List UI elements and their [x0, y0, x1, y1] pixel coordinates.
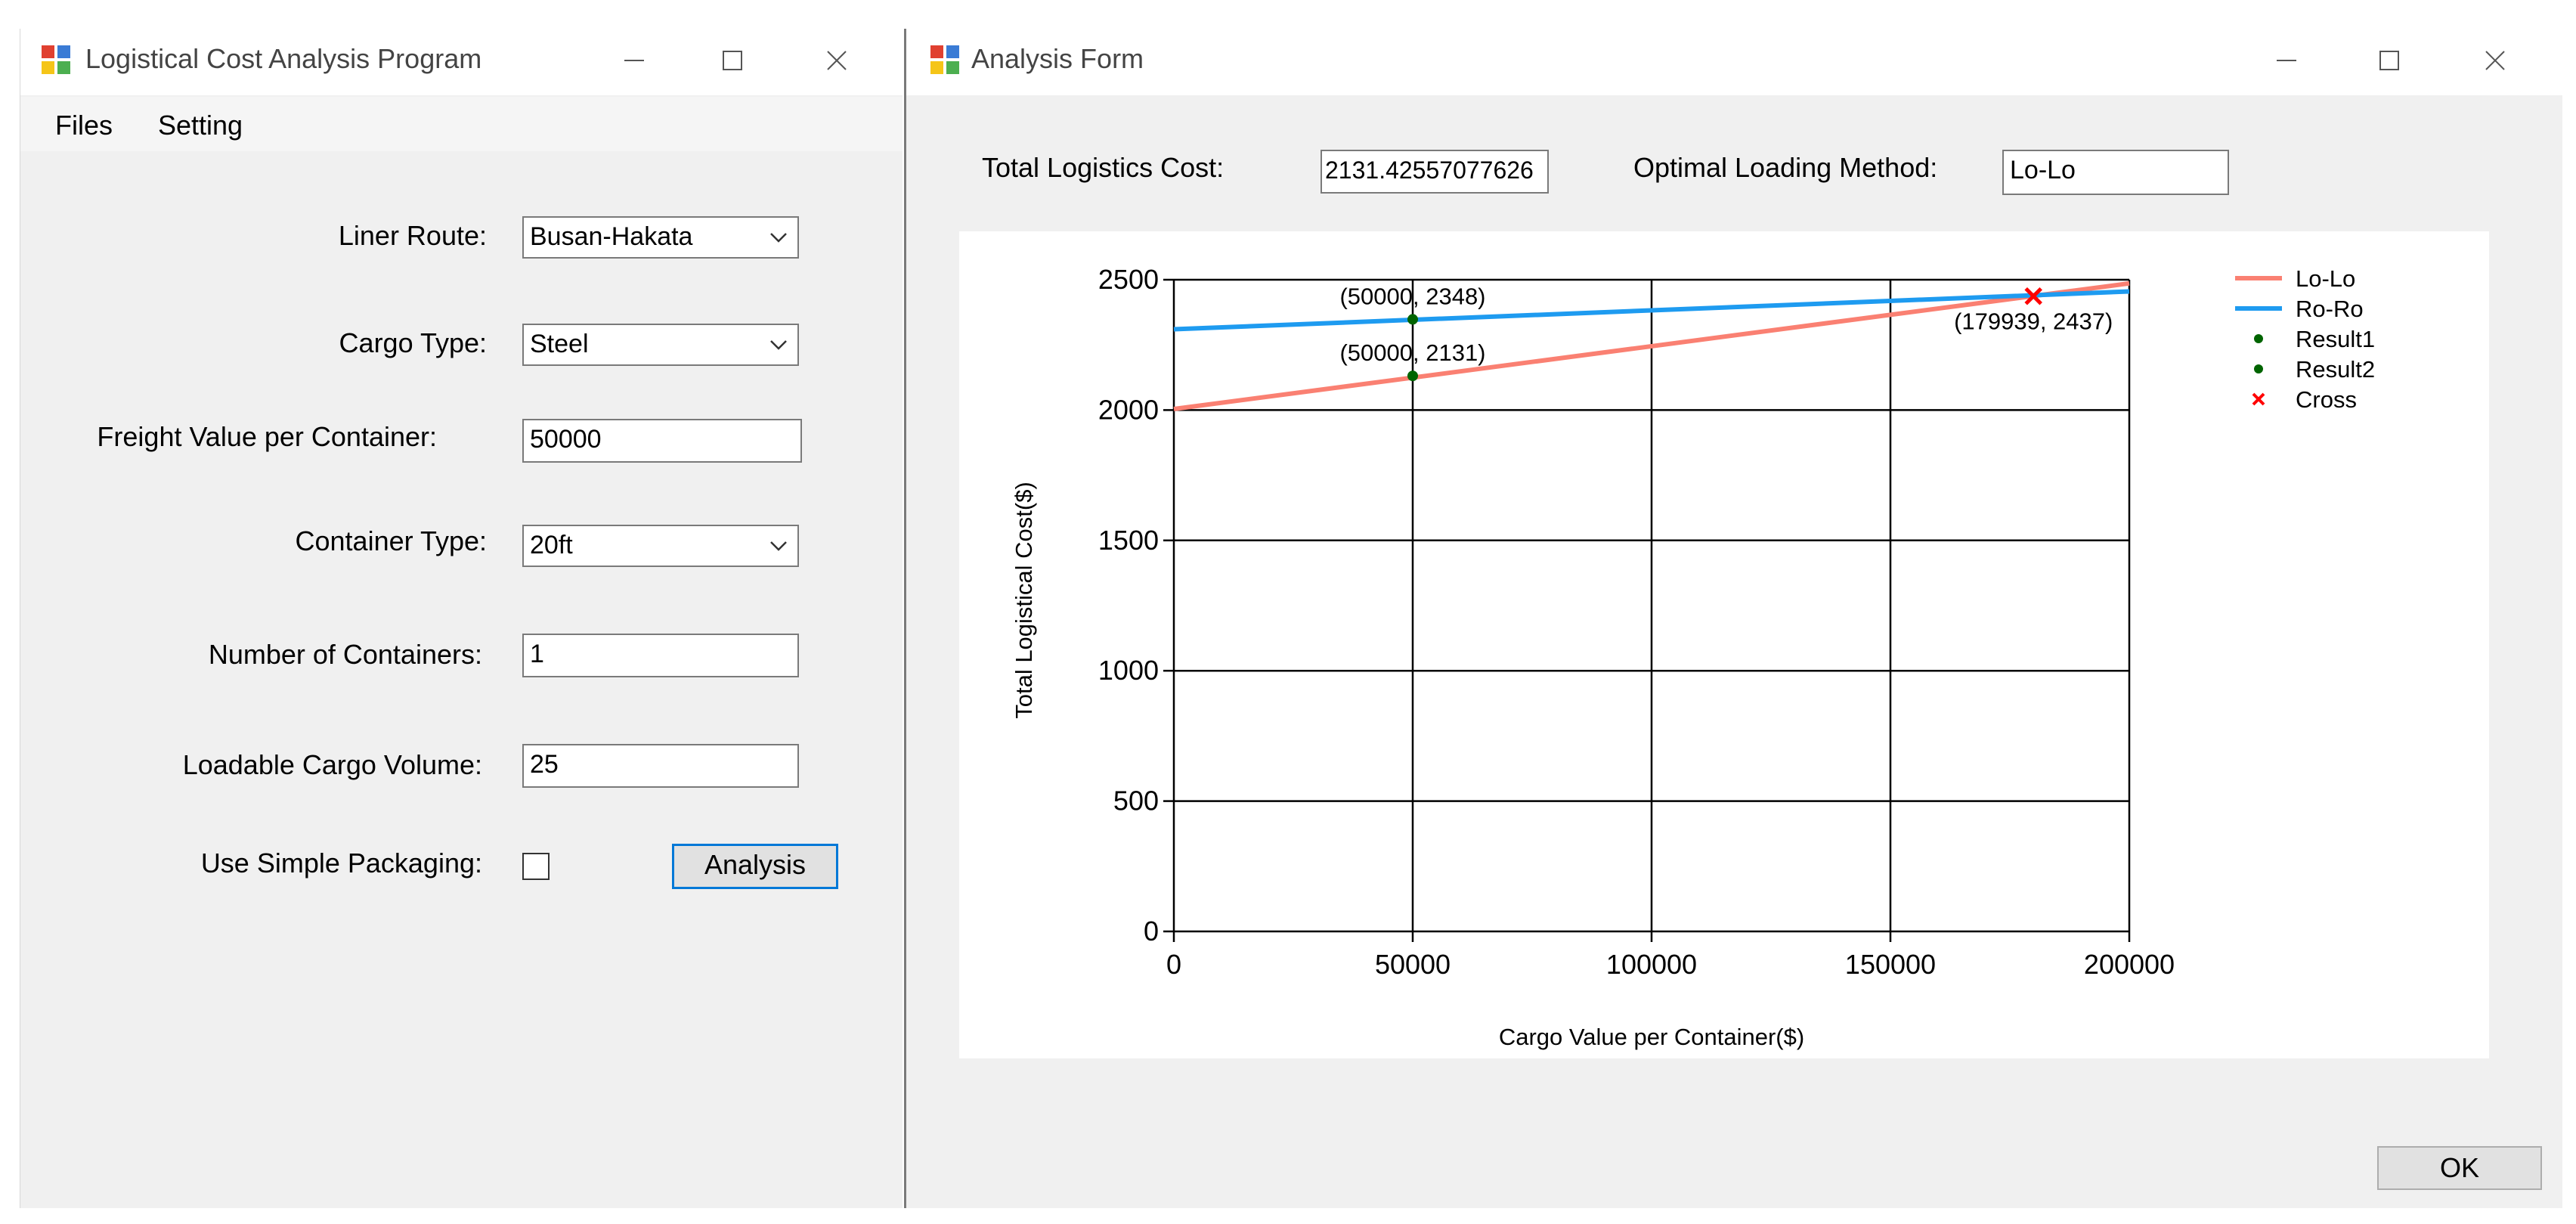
cargo-type-label: Cargo Type:: [339, 327, 487, 358]
num-containers-label: Number of Containers:: [208, 639, 482, 670]
x-tick-label: 200000: [2084, 949, 2175, 980]
cost-chart: 0 50000 100000 150000 200000 0 500 1000 1500 2000…: [959, 231, 2489, 1058]
y-tick-label: 0: [1144, 916, 1159, 947]
loadable-volume-label: Loadable Cargo Volume:: [182, 749, 482, 780]
x-tick-label: 100000: [1606, 949, 1697, 980]
y-tick-label: 1500: [1098, 525, 1159, 556]
liner-route-label: Liner Route:: [338, 220, 487, 251]
y-tick-label: 2500: [1098, 264, 1159, 295]
data-annotation: (179939, 2437): [1954, 308, 2113, 335]
app-icon: [929, 44, 961, 76]
legend-label: Result2: [2296, 356, 2375, 383]
legend-label: Result1: [2296, 326, 2375, 352]
main-window: Logistical Cost Analysis Program Files S…: [20, 29, 903, 1208]
x-axis-title: Cargo Value per Container($): [1499, 1024, 1804, 1050]
ok-button[interactable]: OK: [2377, 1146, 2542, 1190]
chevron-down-icon: [770, 340, 787, 350]
menu-bar: Files Setting: [20, 97, 903, 151]
data-annotation: (50000, 2131): [1339, 339, 1485, 366]
legend-swatch: [2254, 334, 2263, 343]
total-cost-label: Total Logistics Cost:: [982, 152, 1225, 183]
minimize-button[interactable]: [611, 38, 657, 83]
x-tick-label: 50000: [1375, 949, 1451, 980]
app-icon: [40, 44, 72, 76]
point-result1: [1407, 314, 1418, 325]
main-window-title: Logistical Cost Analysis Program: [85, 43, 482, 74]
liner-route-select[interactable]: Busan-Hakata: [522, 216, 799, 259]
menu-setting[interactable]: Setting: [158, 109, 243, 142]
legend-label: Ro-Ro: [2296, 296, 2364, 322]
x-tick-label: 150000: [1845, 949, 1936, 980]
simple-packaging-checkbox[interactable]: [522, 853, 550, 880]
maximize-button[interactable]: [2367, 38, 2412, 83]
freight-value-label: Freight Value per Container:: [97, 421, 437, 452]
container-type-select[interactable]: 20ft: [522, 525, 799, 567]
cargo-type-select[interactable]: Steel: [522, 324, 799, 366]
y-tick-label: 1000: [1098, 655, 1159, 686]
optimal-method-label: Optimal Loading Method:: [1633, 152, 1938, 183]
analysis-window-titlebar[interactable]: Analysis Form: [906, 29, 2562, 95]
optimal-method-output[interactable]: Lo-Lo: [2002, 150, 2229, 195]
y-tick-label: 500: [1113, 786, 1159, 817]
close-button[interactable]: [814, 38, 859, 83]
freight-value-input[interactable]: 50000: [522, 419, 802, 463]
num-containers-input[interactable]: 1: [522, 634, 799, 677]
cargo-type-value: Steel: [530, 330, 589, 358]
analysis-button[interactable]: Analysis: [672, 844, 838, 889]
maximize-button[interactable]: [710, 38, 755, 83]
legend-swatch: [2254, 364, 2263, 373]
chevron-down-icon: [770, 233, 787, 243]
x-tick-label: 0: [1166, 949, 1181, 980]
legend-label: Cross: [2296, 386, 2357, 413]
analysis-window-title: Analysis Form: [971, 43, 1144, 74]
legend-label: Lo-Lo: [2296, 265, 2355, 292]
chevron-down-icon: [770, 541, 787, 551]
main-window-titlebar[interactable]: Logistical Cost Analysis Program: [20, 29, 903, 95]
y-axis-title: Total Logistical Cost($): [1011, 482, 1037, 719]
point-result2: [1407, 370, 1418, 382]
simple-packaging-label: Use Simple Packaging:: [200, 848, 482, 878]
container-type-label: Container Type:: [295, 525, 488, 556]
menu-files[interactable]: Files: [55, 109, 113, 142]
loadable-volume-input[interactable]: 25: [522, 744, 799, 788]
minimize-button[interactable]: [2264, 38, 2309, 83]
y-tick-label: 2000: [1098, 394, 1159, 425]
close-button[interactable]: [2472, 38, 2518, 83]
total-cost-output[interactable]: 2131.42557077626: [1321, 150, 1549, 194]
container-type-value: 20ft: [530, 531, 573, 559]
liner-route-value: Busan-Hakata: [530, 222, 693, 251]
analysis-window: Analysis Form Total Logistics Cost: 2131…: [904, 29, 2562, 1208]
legend-swatch: [2252, 392, 2265, 406]
cost-chart-svg: 0 50000 100000 150000 200000 0 500 1000 1500 2000…: [1011, 264, 2375, 1050]
data-annotation: (50000, 2348): [1339, 283, 1485, 309]
